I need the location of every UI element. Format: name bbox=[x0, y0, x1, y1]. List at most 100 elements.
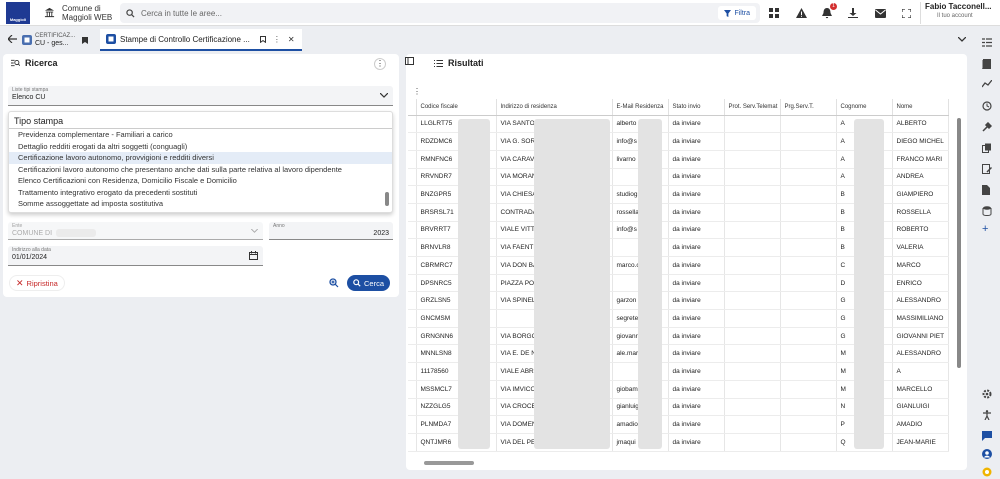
table-cell: da inviare bbox=[668, 132, 725, 151]
table-cell: da inviare bbox=[668, 150, 725, 169]
close-icon: ✕ bbox=[16, 277, 24, 288]
chat-icon[interactable] bbox=[982, 431, 993, 442]
row-selector[interactable] bbox=[408, 309, 417, 328]
table-cell bbox=[780, 415, 837, 434]
bookmark-outline-icon[interactable] bbox=[259, 35, 266, 43]
ripristina-button[interactable]: ✕ Ripristina bbox=[9, 275, 65, 291]
download-icon[interactable] bbox=[846, 6, 860, 20]
row-selector[interactable] bbox=[408, 256, 417, 275]
notifications-bell-icon[interactable]: 1 bbox=[820, 3, 837, 20]
bookmark-icon[interactable] bbox=[82, 36, 89, 44]
top-bar: Maggioli Comune di Maggioli WEB Cerca in… bbox=[0, 0, 1000, 26]
row-selector[interactable] bbox=[408, 362, 417, 381]
table-cell bbox=[780, 433, 837, 452]
more-options-icon[interactable]: ⋮ bbox=[273, 35, 281, 44]
settings-gear-icon[interactable] bbox=[982, 389, 993, 400]
table-cell: da inviare bbox=[668, 256, 725, 275]
column-header[interactable]: Codice fiscale bbox=[416, 99, 497, 116]
profile-icon[interactable] bbox=[982, 449, 993, 460]
row-selector[interactable] bbox=[408, 150, 417, 169]
horizontal-scrollbar[interactable] bbox=[424, 461, 474, 465]
row-selector[interactable] bbox=[408, 415, 417, 434]
tipo-stampa-option[interactable]: Somme assoggettate ad imposta sostitutiv… bbox=[9, 198, 392, 210]
tipo-stampa-option[interactable]: Certificazioni lavoro autonomo che prese… bbox=[9, 164, 392, 176]
ricerca-title: Ricerca bbox=[25, 58, 58, 68]
advanced-search-icon[interactable] bbox=[329, 278, 339, 290]
row-selector[interactable] bbox=[408, 274, 417, 293]
row-selector[interactable] bbox=[408, 221, 417, 240]
column-header[interactable]: E-Mail Residenza bbox=[612, 99, 669, 116]
maggioli-logo[interactable]: Maggioli bbox=[6, 1, 30, 24]
chevron-down-icon[interactable] bbox=[957, 35, 967, 44]
database-icon[interactable] bbox=[982, 206, 993, 217]
global-search[interactable]: Cerca in tutte le aree... Filtra bbox=[120, 3, 760, 23]
document-icon[interactable] bbox=[982, 185, 993, 196]
table-cell: GIOVANNI PIET bbox=[892, 327, 949, 346]
column-header[interactable]: Stato invio bbox=[668, 99, 725, 116]
row-selector[interactable] bbox=[408, 168, 417, 187]
list-view-icon[interactable] bbox=[982, 38, 993, 49]
tipo-stampa-option[interactable]: Previdenza complementare - Familiari a c… bbox=[9, 129, 392, 141]
row-selector[interactable] bbox=[408, 327, 417, 346]
column-header[interactable]: Cognome bbox=[836, 99, 893, 116]
grid-menu-icon[interactable]: ⋮ bbox=[413, 87, 421, 96]
municipality-icon[interactable] bbox=[44, 7, 56, 19]
warning-icon[interactable] bbox=[794, 6, 808, 20]
copy-icon[interactable] bbox=[982, 143, 993, 154]
dropdown-scrollbar[interactable] bbox=[385, 192, 389, 206]
row-selector[interactable] bbox=[408, 132, 417, 151]
risultati-header: Risultati bbox=[406, 54, 967, 72]
tools-icon[interactable] bbox=[982, 121, 993, 133]
column-header[interactable]: Nome bbox=[892, 99, 949, 116]
tipo-stampa-option[interactable]: Elenco Certificazioni con Residenza, Dom… bbox=[9, 175, 392, 187]
history-icon[interactable] bbox=[982, 101, 993, 112]
edit-document-icon[interactable] bbox=[982, 164, 993, 175]
mail-icon[interactable] bbox=[873, 6, 887, 20]
row-selector[interactable] bbox=[408, 203, 417, 222]
accessibility-icon[interactable] bbox=[982, 410, 993, 421]
tab-certificazioni[interactable]: CERTIFICAZ... CU - ges... bbox=[22, 30, 100, 50]
row-selector[interactable] bbox=[408, 185, 417, 204]
column-header[interactable]: Prg.Serv.T. bbox=[780, 99, 837, 116]
indirizzo-data-field[interactable]: Indirizzo alla data 01/01/2024 bbox=[8, 246, 263, 266]
row-selector[interactable] bbox=[408, 398, 417, 417]
table-cell bbox=[724, 309, 781, 328]
apps-grid-icon[interactable] bbox=[767, 6, 781, 20]
toggle-panel-icon[interactable] bbox=[405, 57, 420, 69]
add-icon[interactable]: + bbox=[982, 224, 993, 235]
row-selector[interactable] bbox=[408, 238, 417, 257]
tipo-stampa-dropdown[interactable]: Tipo stampa Previdenza complementare - F… bbox=[8, 111, 393, 213]
filter-button[interactable]: Filtra bbox=[718, 6, 756, 20]
app-name[interactable]: Comune di Maggioli WEB bbox=[62, 4, 112, 22]
vertical-scrollbar[interactable] bbox=[957, 118, 961, 368]
help-lifebuoy-icon[interactable] bbox=[982, 467, 993, 478]
back-arrow-icon[interactable] bbox=[7, 34, 17, 45]
column-header[interactable]: Prot. Serv.Telemat bbox=[724, 99, 781, 116]
row-selector[interactable] bbox=[408, 344, 417, 364]
table-cell bbox=[724, 185, 781, 204]
tipo-stampa-option[interactable]: Certificazione lavoro autonomo, provvigi… bbox=[9, 152, 392, 164]
fullscreen-icon[interactable] bbox=[899, 6, 913, 20]
trend-icon[interactable] bbox=[981, 79, 993, 91]
row-selector[interactable] bbox=[408, 291, 417, 311]
calendar-icon[interactable] bbox=[249, 251, 258, 260]
table-cell bbox=[780, 344, 837, 364]
table-cell bbox=[724, 238, 781, 257]
anno-field[interactable]: Anno 2023 bbox=[269, 222, 393, 240]
tipo-stampa-option[interactable]: Trattamento integrativo erogato da prece… bbox=[9, 187, 392, 199]
row-selector[interactable] bbox=[408, 380, 417, 399]
book-icon[interactable] bbox=[981, 59, 993, 70]
ente-field[interactable]: Ente COMUNE DI bbox=[8, 222, 263, 240]
ricerca-more-icon[interactable]: ⋮ bbox=[374, 58, 386, 70]
search-input[interactable]: Cerca in tutte le aree... bbox=[141, 9, 222, 18]
tipo-stampa-option[interactable]: Dettaglio redditi erogati da altri sogge… bbox=[9, 141, 392, 153]
lista-tipi-stampa-select[interactable]: Liste tipi stampa Elenco CU bbox=[8, 86, 393, 106]
close-tab-icon[interactable]: ✕ bbox=[288, 35, 295, 44]
results-grid: Codice fiscale Indirizzo di residenza E-Ma… bbox=[408, 99, 959, 459]
row-selector[interactable] bbox=[408, 115, 417, 134]
user-account[interactable]: Fabio Tacconell... Il tuo account bbox=[920, 2, 998, 24]
cerca-button[interactable]: Cerca bbox=[347, 275, 391, 291]
column-header[interactable]: Indirizzo di residenza bbox=[496, 99, 613, 116]
row-selector[interactable] bbox=[408, 433, 417, 452]
tab-stampe-controllo[interactable]: Stampe di Controllo Certificazione ... ⋮… bbox=[100, 29, 302, 51]
